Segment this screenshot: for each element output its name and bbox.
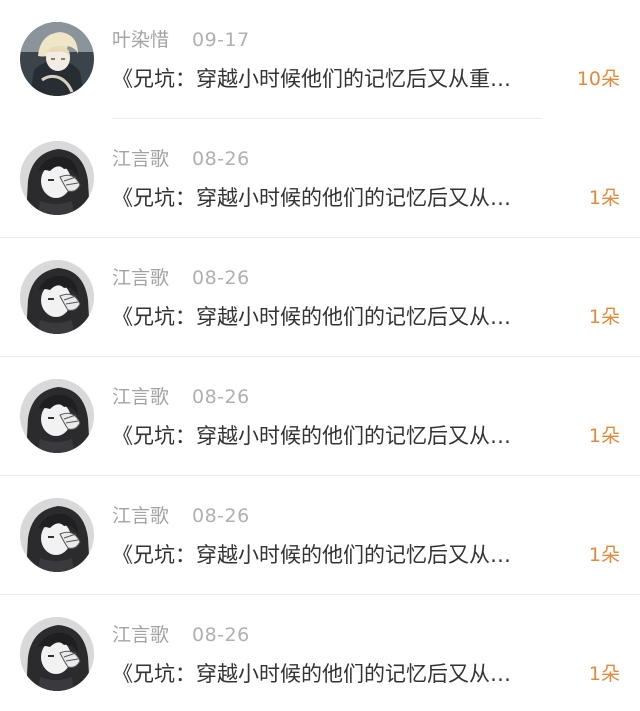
anime-avatar-icon-dark-hair (20, 498, 94, 572)
book-title-link[interactable]: 《兄坑：穿越小时候的他们的记忆后又从… (112, 422, 574, 450)
book-title-link[interactable]: 《兄坑：穿越小时候的他们的记忆后又从… (112, 541, 574, 569)
comment-date: 08-26 (192, 267, 250, 289)
user-avatar[interactable] (20, 260, 94, 334)
user-avatar[interactable] (20, 617, 94, 691)
flower-count: 1朵 (588, 187, 620, 209)
anime-avatar-icon-light-hair (20, 22, 94, 96)
list-item[interactable]: 江言歌 08-26 《兄坑：穿越小时候的他们的记忆后又从… 1朵 (0, 595, 640, 711)
comment-date: 09-17 (192, 29, 250, 51)
comment-list: 叶染惜 09-17 《兄坑：穿越小时候他们的记忆后又从重… 10朵 江言歌 08… (0, 0, 640, 711)
list-item[interactable]: 江言歌 08-26 《兄坑：穿越小时候的他们的记忆后又从… 1朵 (0, 238, 640, 357)
comment-username[interactable]: 江言歌 (112, 147, 169, 171)
comment-username[interactable]: 叶染惜 (112, 28, 169, 52)
flower-count: 10朵 (576, 68, 620, 90)
flower-count: 1朵 (588, 544, 620, 566)
flower-count: 1朵 (588, 306, 620, 328)
comment-date: 08-26 (192, 505, 250, 527)
anime-avatar-icon-dark-hair (20, 379, 94, 453)
comment-date: 08-26 (192, 148, 250, 170)
user-avatar[interactable] (20, 498, 94, 572)
anime-avatar-icon-dark-hair (20, 617, 94, 691)
comment-username[interactable]: 江言歌 (112, 266, 169, 290)
comment-date: 08-26 (192, 386, 250, 408)
comment-username[interactable]: 江言歌 (112, 623, 169, 647)
comment-date: 08-26 (192, 624, 250, 646)
flower-count: 1朵 (588, 663, 620, 685)
user-avatar[interactable] (20, 22, 94, 96)
anime-avatar-icon-dark-hair (20, 260, 94, 334)
book-title-link[interactable]: 《兄坑：穿越小时候的他们的记忆后又从… (112, 660, 574, 688)
book-title-link[interactable]: 《兄坑：穿越小时候他们的记忆后又从重… (112, 65, 564, 93)
list-item[interactable]: 江言歌 08-26 《兄坑：穿越小时候的他们的记忆后又从… 1朵 (0, 357, 640, 476)
user-avatar[interactable] (20, 379, 94, 453)
list-item[interactable]: 江言歌 08-26 《兄坑：穿越小时候的他们的记忆后又从… 1朵 (0, 476, 640, 595)
user-avatar[interactable] (20, 141, 94, 215)
list-item[interactable]: 江言歌 08-26 《兄坑：穿越小时候的他们的记忆后又从… 1朵 (0, 119, 640, 238)
anime-avatar-icon-dark-hair (20, 141, 94, 215)
comment-username[interactable]: 江言歌 (112, 385, 169, 409)
comment-username[interactable]: 江言歌 (112, 504, 169, 528)
list-item[interactable]: 叶染惜 09-17 《兄坑：穿越小时候他们的记忆后又从重… 10朵 (0, 0, 640, 119)
book-title-link[interactable]: 《兄坑：穿越小时候的他们的记忆后又从… (112, 303, 574, 331)
book-title-link[interactable]: 《兄坑：穿越小时候的他们的记忆后又从… (112, 184, 574, 212)
flower-count: 1朵 (588, 425, 620, 447)
